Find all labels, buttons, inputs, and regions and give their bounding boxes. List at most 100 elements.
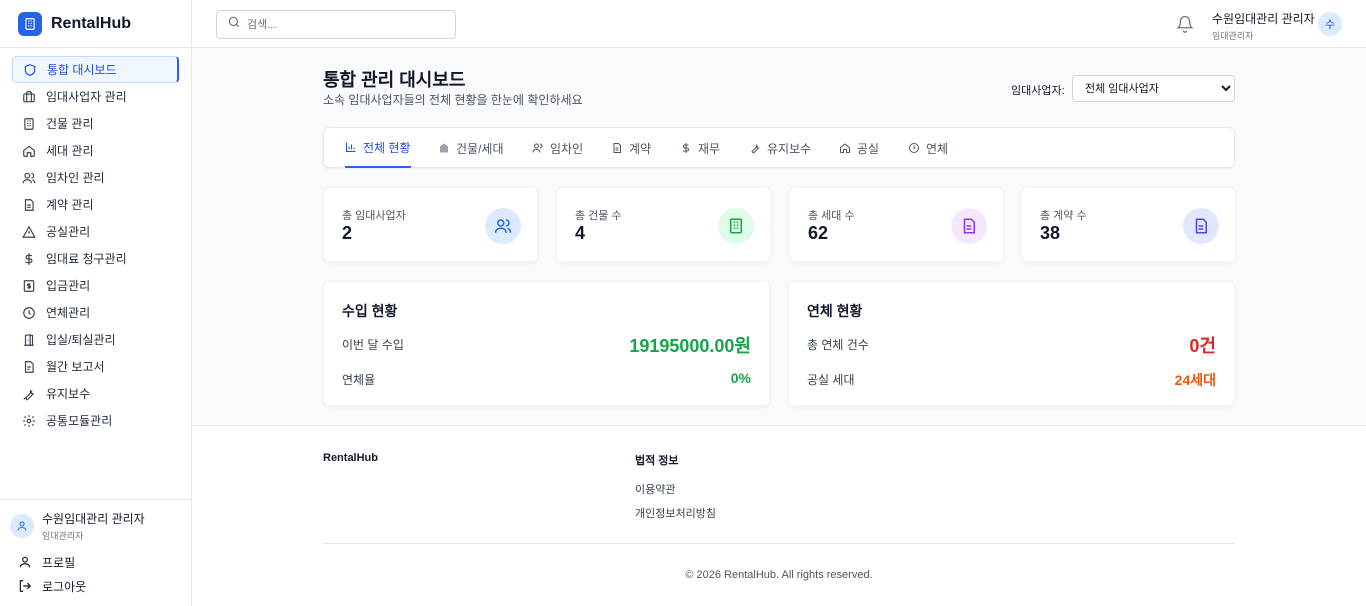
tab-tenants[interactable]: 임차인	[532, 128, 583, 168]
stat-label: 총 건물 수	[575, 210, 622, 222]
sidebar-item-common-modules[interactable]: 공통모듈관리	[12, 407, 179, 434]
footer-divider	[323, 543, 1235, 544]
avatar[interactable]: 수	[1318, 12, 1342, 36]
sidebar-item-overdue[interactable]: 연체관리	[12, 299, 179, 326]
overdue-rate-value: 0%	[730, 370, 751, 386]
logout-icon	[18, 579, 32, 593]
sidebar-item-units[interactable]: 세대 관리	[12, 137, 179, 164]
tab-label: 건물/세대	[456, 141, 504, 156]
sidebar-item-dashboard[interactable]: 통합 대시보드	[12, 56, 179, 83]
sidebar-nav: 통합 대시보드 임대사업자 관리 건물 관리 세대 관리 임차인 관리 계약 관…	[0, 48, 191, 434]
home-icon	[839, 142, 851, 154]
page-title: 통합 관리 대시보드	[323, 70, 466, 90]
sidebar-item-reports[interactable]: 월간 보고서	[12, 353, 179, 380]
briefcase-icon	[22, 90, 36, 104]
income-panel: 수입 현황 이번 달 수입 19195000.00원 연체율 0%	[323, 281, 770, 406]
tab-vacancy[interactable]: 공실	[839, 128, 879, 168]
footer-copyright: © 2026 RentalHub. All rights reserved.	[685, 569, 873, 581]
sidebar-item-label: 임대료 청구관리	[46, 252, 127, 266]
bell-icon[interactable]	[1176, 15, 1194, 38]
lessor-filter-label: 임대사업자:	[1011, 85, 1065, 97]
vacant-units-label: 공실 세대	[807, 373, 855, 387]
users-icon	[532, 142, 544, 154]
stat-value: 4	[575, 223, 586, 243]
stat-card-buildings: 총 건물 수 4	[556, 187, 771, 262]
search-input[interactable]	[247, 18, 447, 31]
search-box[interactable]	[216, 10, 456, 39]
dashboard-tabs: 전체 현황 건물/세대 임차인 계약 재무 유지보수 공실 연체	[323, 127, 1235, 168]
tab-finance[interactable]: 재무	[680, 128, 720, 168]
footer-legal-title: 법적 정보	[635, 455, 679, 467]
vacant-units-value: 24세대	[1174, 372, 1216, 388]
sidebar-user-role: 임대관리자	[42, 531, 84, 541]
home-icon	[22, 144, 36, 158]
door-icon	[22, 333, 36, 347]
sidebar-item-tenants[interactable]: 임차인 관리	[12, 164, 179, 191]
app-name: RentalHub	[51, 14, 131, 32]
logout-link[interactable]: 로그아웃	[10, 574, 181, 598]
footer: RentalHub 법적 정보 이용약관 개인정보처리방침 © 2026 Ren…	[192, 425, 1366, 606]
bar-chart-icon	[345, 141, 357, 153]
report-icon	[22, 360, 36, 374]
profile-label: 프로필	[42, 555, 76, 570]
wrench-icon	[22, 387, 36, 401]
tab-overdue[interactable]: 연체	[908, 128, 948, 168]
privacy-link[interactable]: 개인정보처리방침	[635, 505, 716, 521]
sidebar-item-maintenance[interactable]: 유지보수	[12, 380, 179, 407]
document-icon	[1183, 208, 1219, 244]
building-icon	[718, 208, 754, 244]
stat-card-units: 총 세대 수 62	[789, 187, 1004, 262]
search-icon	[227, 15, 241, 34]
sidebar-item-billing[interactable]: 임대료 청구관리	[12, 245, 179, 272]
stat-card-lessors: 총 임대사업자 2	[323, 187, 538, 262]
overdue-title: 연체 현황	[807, 303, 863, 319]
overdue-count-value: 0건	[1189, 336, 1216, 356]
sidebar-item-deposits[interactable]: 입금관리	[12, 272, 179, 299]
lessor-filter-select[interactable]: 전체 임대사업자	[1072, 75, 1235, 102]
gear-icon	[22, 414, 36, 428]
overdue-count-label: 총 연체 건수	[807, 338, 869, 352]
sidebar-item-label: 통합 대시보드	[47, 63, 117, 77]
sidebar-item-label: 월간 보고서	[46, 360, 105, 374]
sidebar-item-label: 공실관리	[46, 225, 91, 239]
stat-value: 38	[1040, 223, 1061, 243]
tab-contracts[interactable]: 계약	[611, 128, 651, 168]
clock-icon	[22, 306, 36, 320]
users-icon	[22, 171, 36, 185]
user-icon	[18, 555, 32, 569]
sidebar-item-contracts[interactable]: 계약 관리	[12, 191, 179, 218]
profile-link[interactable]: 프로필	[10, 550, 181, 574]
sidebar-item-label: 입금관리	[46, 279, 91, 293]
tab-maintenance[interactable]: 유지보수	[749, 128, 811, 168]
topbar-user-name: 수원임대관리 관리자	[1212, 12, 1315, 26]
stat-label: 총 계약 수	[1040, 210, 1087, 222]
sidebar-item-label: 임차인 관리	[46, 171, 105, 185]
topbar-user[interactable]: 수원임대관리 관리자 임대관리자	[1212, 10, 1315, 42]
overdue-panel: 연체 현황 총 연체 건수 0건 공실 세대 24세대	[788, 281, 1235, 406]
stat-value: 62	[808, 223, 829, 243]
sidebar: RentalHub 통합 대시보드 임대사업자 관리 건물 관리 세대 관리 임…	[0, 0, 192, 606]
terms-link[interactable]: 이용약관	[635, 481, 675, 497]
tab-label: 유지보수	[767, 141, 812, 156]
clock-icon	[908, 142, 920, 154]
sidebar-item-label: 세대 관리	[46, 144, 94, 158]
overdue-rate-label: 연체율	[342, 373, 376, 387]
building-logo-icon	[18, 11, 42, 36]
wrench-icon	[749, 142, 761, 154]
tab-label: 재무	[698, 141, 721, 156]
sidebar-item-label: 유지보수	[46, 387, 91, 401]
sidebar-item-move[interactable]: 입실/퇴실관리	[12, 326, 179, 353]
users-icon	[485, 208, 521, 244]
sidebar-user: 수원임대관리 관리자 임대관리자	[10, 510, 181, 542]
tab-label: 전체 현황	[363, 140, 411, 155]
sidebar-item-label: 공통모듈관리	[46, 414, 113, 428]
sidebar-item-buildings[interactable]: 건물 관리	[12, 110, 179, 137]
topbar-user-role: 임대관리자	[1212, 31, 1254, 41]
sidebar-item-vacancy[interactable]: 공실관리	[12, 218, 179, 245]
brand[interactable]: RentalHub	[0, 0, 191, 48]
tab-label: 공실	[857, 141, 880, 156]
tab-buildings[interactable]: 건물/세대	[438, 128, 504, 168]
sidebar-user-panel: 수원임대관리 관리자 임대관리자 프로필 로그아웃	[0, 499, 191, 606]
sidebar-item-lessors[interactable]: 임대사업자 관리	[12, 83, 179, 110]
tab-overview[interactable]: 전체 현황	[345, 128, 411, 168]
